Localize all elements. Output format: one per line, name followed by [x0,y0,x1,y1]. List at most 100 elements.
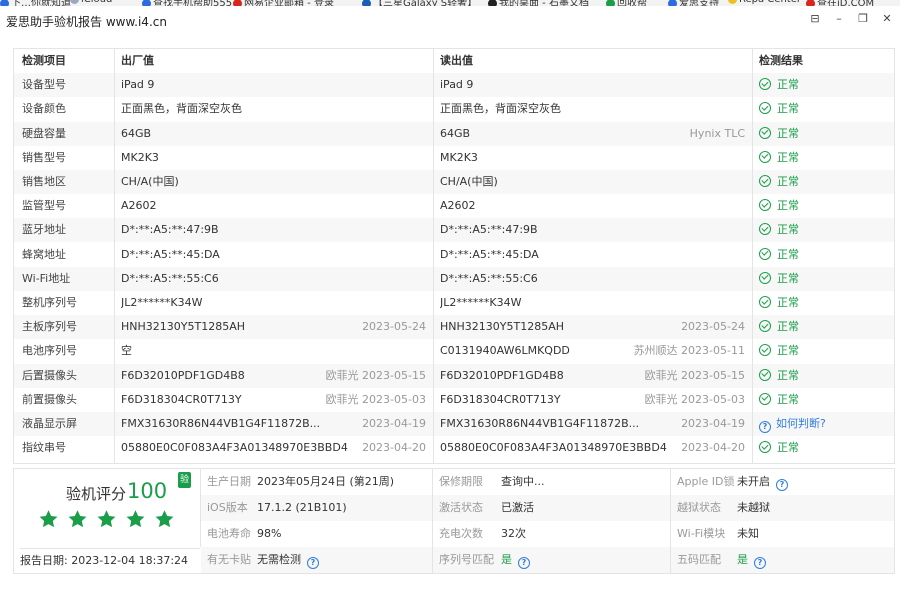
row-item-label: 监管型号 [22,199,66,213]
table-row: 蓝牙地址 D*:**:A5:**:47:9B D*:**:A5:**:47:9B 正常 [14,218,894,243]
result-ok-label: 正常 [777,223,799,237]
summary-value: 是? [501,547,535,573]
factory-value: 空 [121,344,132,358]
factory-meta: 欧菲光 2023-05-03 [325,392,426,406]
read-value: D*:**:A5:**:55:C6 [440,271,538,285]
star-icon [39,510,58,528]
result-cell: 正常 [759,267,889,291]
report-date-value: 2023-12-04 18:37:24 [71,554,189,567]
row-item-label: 蓝牙地址 [22,223,66,237]
table-row: 蜂窝地址 D*:**:A5:**:45:DA D*:**:A5:**:45:DA 正常 [14,243,894,267]
summary-value: 查询中... [501,475,545,488]
bookmark-item[interactable]: Repa Center [728,0,801,5]
read-value: JL2******K34W [440,296,522,309]
result-ok-label: 正常 [777,441,799,455]
factory-meta: 2023-04-19 [362,417,426,430]
table-row: 监管型号 A2602 A2602 正常 [14,194,894,218]
result-ok-label: 正常 [777,296,799,309]
summary-key: 五码匹配 [677,553,721,566]
read-meta: 2023-04-19 [681,417,745,430]
result-ok-label: 正常 [777,247,799,261]
star-icon [126,510,145,528]
summary-value: 98% [257,527,282,540]
table-row: 前置摄像头 F6D318304CR0T713Y 欧菲光 2023-05-03 F6D3… [14,388,894,412]
factory-value: 正面黑色，背面深空灰色 [121,102,242,116]
table-header: 检测项目 出厂值 读出值 检测结果 [14,49,894,73]
report-date-label: 报告日期: [20,554,68,567]
table-row: 设备型号 iPad 9 iPad 9 正常 [14,73,894,98]
help-question-icon[interactable]: ? [776,479,788,491]
result-cell: 正常 [759,194,889,218]
question-circle-icon: ? [759,421,771,433]
header-item: 检测项目 [22,54,66,67]
help-question-icon[interactable]: ? [754,557,766,569]
bookmark-favicon-icon [728,0,737,4]
read-meta: 2023-05-24 [681,320,745,334]
table-row: 电池序列号空 C0131940AW6LMKQDD 苏州顺达 2023-05-11 正常 [14,339,894,363]
check-circle-icon [759,102,771,115]
score-value: 100 [127,479,168,503]
window-titlebar: 爱思助手验机报告 www.i4.cn ⊟ – ❐ ✕ [0,6,900,34]
factory-value: MK2K3 [121,150,159,164]
check-circle-icon [759,247,771,260]
row-item-label: 硬盘容量 [22,126,66,140]
summary-value: 是? [737,547,771,573]
result-ok-label: 正常 [777,199,799,213]
header-read: 读出值 [440,54,473,67]
result-cell: 正常 [759,291,889,315]
summary-key: 电池寿命 [207,527,251,540]
result-ok-label: 正常 [777,320,799,334]
row-item-label: 液晶显示屏 [22,417,77,430]
table-row: 销售型号 MK2K3 MK2K3 正常 [14,146,894,170]
table-row: 指纹串号 05880E0C0F083A4F3A01348970E3BBD4 2023… [14,436,894,460]
row-item-label: 电池序列号 [22,344,77,358]
help-question-icon[interactable]: ? [307,557,319,569]
row-item-label: Wi-Fi地址 [22,271,71,285]
row-item-label: 设备颜色 [22,102,66,116]
row-item-label: 销售型号 [22,150,66,164]
result-cell: 正常 [759,243,889,267]
minimize-icon[interactable]: – [832,12,846,26]
factory-value: 64GB [121,126,152,140]
read-meta: 2023-04-20 [681,441,745,455]
row-item-label: 销售地区 [22,175,66,188]
summary-key: 越狱状态 [677,501,721,514]
result-cell: 正常 [759,122,889,146]
result-cell: 正常 [759,218,889,242]
verified-badge: 验 [178,472,191,488]
result-ok-label: 正常 [777,392,799,406]
check-circle-icon [759,223,771,236]
summary-divider [670,469,671,573]
summary-value: 未开启? [737,469,793,495]
bookmark-item[interactable]: iCloud [70,0,112,5]
summary-key: iOS版本 [207,501,248,514]
row-item-label: 蜂窝地址 [22,247,66,261]
factory-meta: 2023-05-24 [362,320,426,334]
check-circle-icon [759,296,771,308]
result-cell: 正常 [759,73,889,97]
star-icon [68,510,87,528]
window-title: 爱思助手验机报告 www.i4.cn [6,15,167,29]
row-item-label: 主板序列号 [22,320,77,334]
summary-key: Apple ID锁 [677,475,735,488]
bookmark-favicon-icon [70,0,79,4]
read-value: iPad 9 [440,78,474,92]
close-icon[interactable]: ✕ [880,12,894,26]
result-cell[interactable]: ? 如何判断? [759,412,889,436]
how-to-judge-link[interactable]: 如何判断? [776,417,826,430]
check-circle-icon [759,344,771,357]
result-ok-label: 正常 [777,102,799,116]
check-circle-icon [759,78,771,91]
bookmark-label: Repa Center [739,0,801,5]
summary-value: 32次 [501,527,526,540]
table-row: 主板序列号 HNH32130Y5T1285AH 2023-05-24 HNH32130… [14,315,894,340]
result-ok-label: 正常 [777,150,799,164]
summary-key: Wi-Fi模块 [677,527,726,540]
restore-down-icon[interactable]: ⊟ [808,12,822,26]
read-meta: 欧菲光 2023-05-03 [644,392,745,406]
result-ok-label: 正常 [777,368,799,382]
maximize-icon[interactable]: ❐ [856,12,870,26]
result-cell: 正常 [759,388,889,412]
help-question-icon[interactable]: ? [518,557,530,569]
result-ok-label: 正常 [777,271,799,285]
